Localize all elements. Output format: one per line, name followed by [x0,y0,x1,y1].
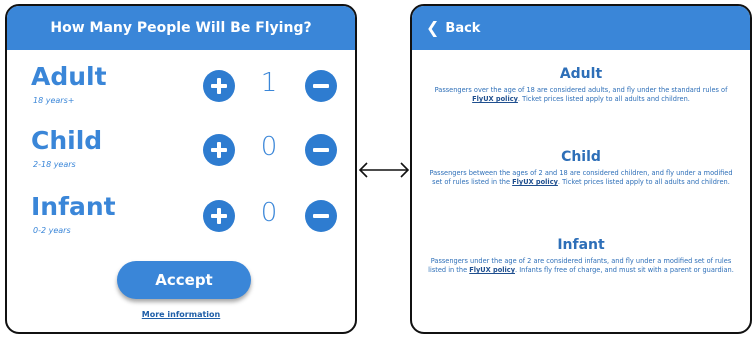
flyux-policy-link[interactable]: FlyUX policy [472,95,518,103]
accept-button[interactable]: Accept [117,261,251,299]
adult-age-label: 18 years+ [33,96,75,105]
child-info-section: Child Passengers between the ages of 2 a… [426,149,736,187]
adult-info-section: Adult Passengers over the age of 18 are … [426,66,736,104]
infant-label: Infant [31,192,116,221]
infant-info-title: Infant [557,237,605,253]
infant-plus-icon[interactable] [203,200,235,232]
chevron-left-icon: ❮ [426,18,440,37]
double-arrow-icon [358,162,410,178]
adult-row: Adult 18 years+ 1 [7,62,355,126]
flyux-policy-link[interactable]: FlyUX policy [469,266,515,274]
passenger-count-title: How Many People Will Be Flying? [50,20,312,36]
child-minus-icon[interactable] [305,134,337,166]
more-information-link[interactable]: More information [7,310,355,319]
flyux-policy-link[interactable]: FlyUX policy [512,178,558,186]
child-info-text: Passengers between the ages of 2 and 18 … [429,169,733,186]
infant-info-section: Infant Passengers under the age of 2 are… [426,237,736,275]
adult-label: Adult [31,62,107,91]
infant-row: Infant 0-2 years 0 [7,192,355,256]
infant-minus-icon[interactable] [305,200,337,232]
child-plus-icon[interactable] [203,134,235,166]
child-row: Child 2-18 years 0 [7,126,355,190]
adult-minus-icon[interactable] [305,70,337,102]
adult-count: 1 [260,68,278,98]
information-header: ❮ Back [412,6,750,50]
information-card: ❮ Back Adult Passengers over the age of … [410,4,752,334]
adult-plus-icon[interactable] [203,70,235,102]
infant-info-text: Passengers under the age of 2 are consid… [428,257,734,274]
infant-count: 0 [260,198,278,228]
adult-info-text: Passengers over the age of 18 are consid… [434,86,728,103]
adult-info-title: Adult [559,66,603,82]
child-label: Child [31,126,103,155]
passenger-count-header: How Many People Will Be Flying? [7,6,355,50]
back-button[interactable]: ❮ Back [426,20,480,36]
passenger-count-card: How Many People Will Be Flying? Adult 18… [5,4,357,334]
infant-age-label: 0-2 years [33,226,71,235]
back-label: Back [445,20,481,36]
child-info-title: Child [561,149,601,165]
child-count: 0 [260,132,278,162]
child-age-label: 2-18 years [33,160,76,169]
